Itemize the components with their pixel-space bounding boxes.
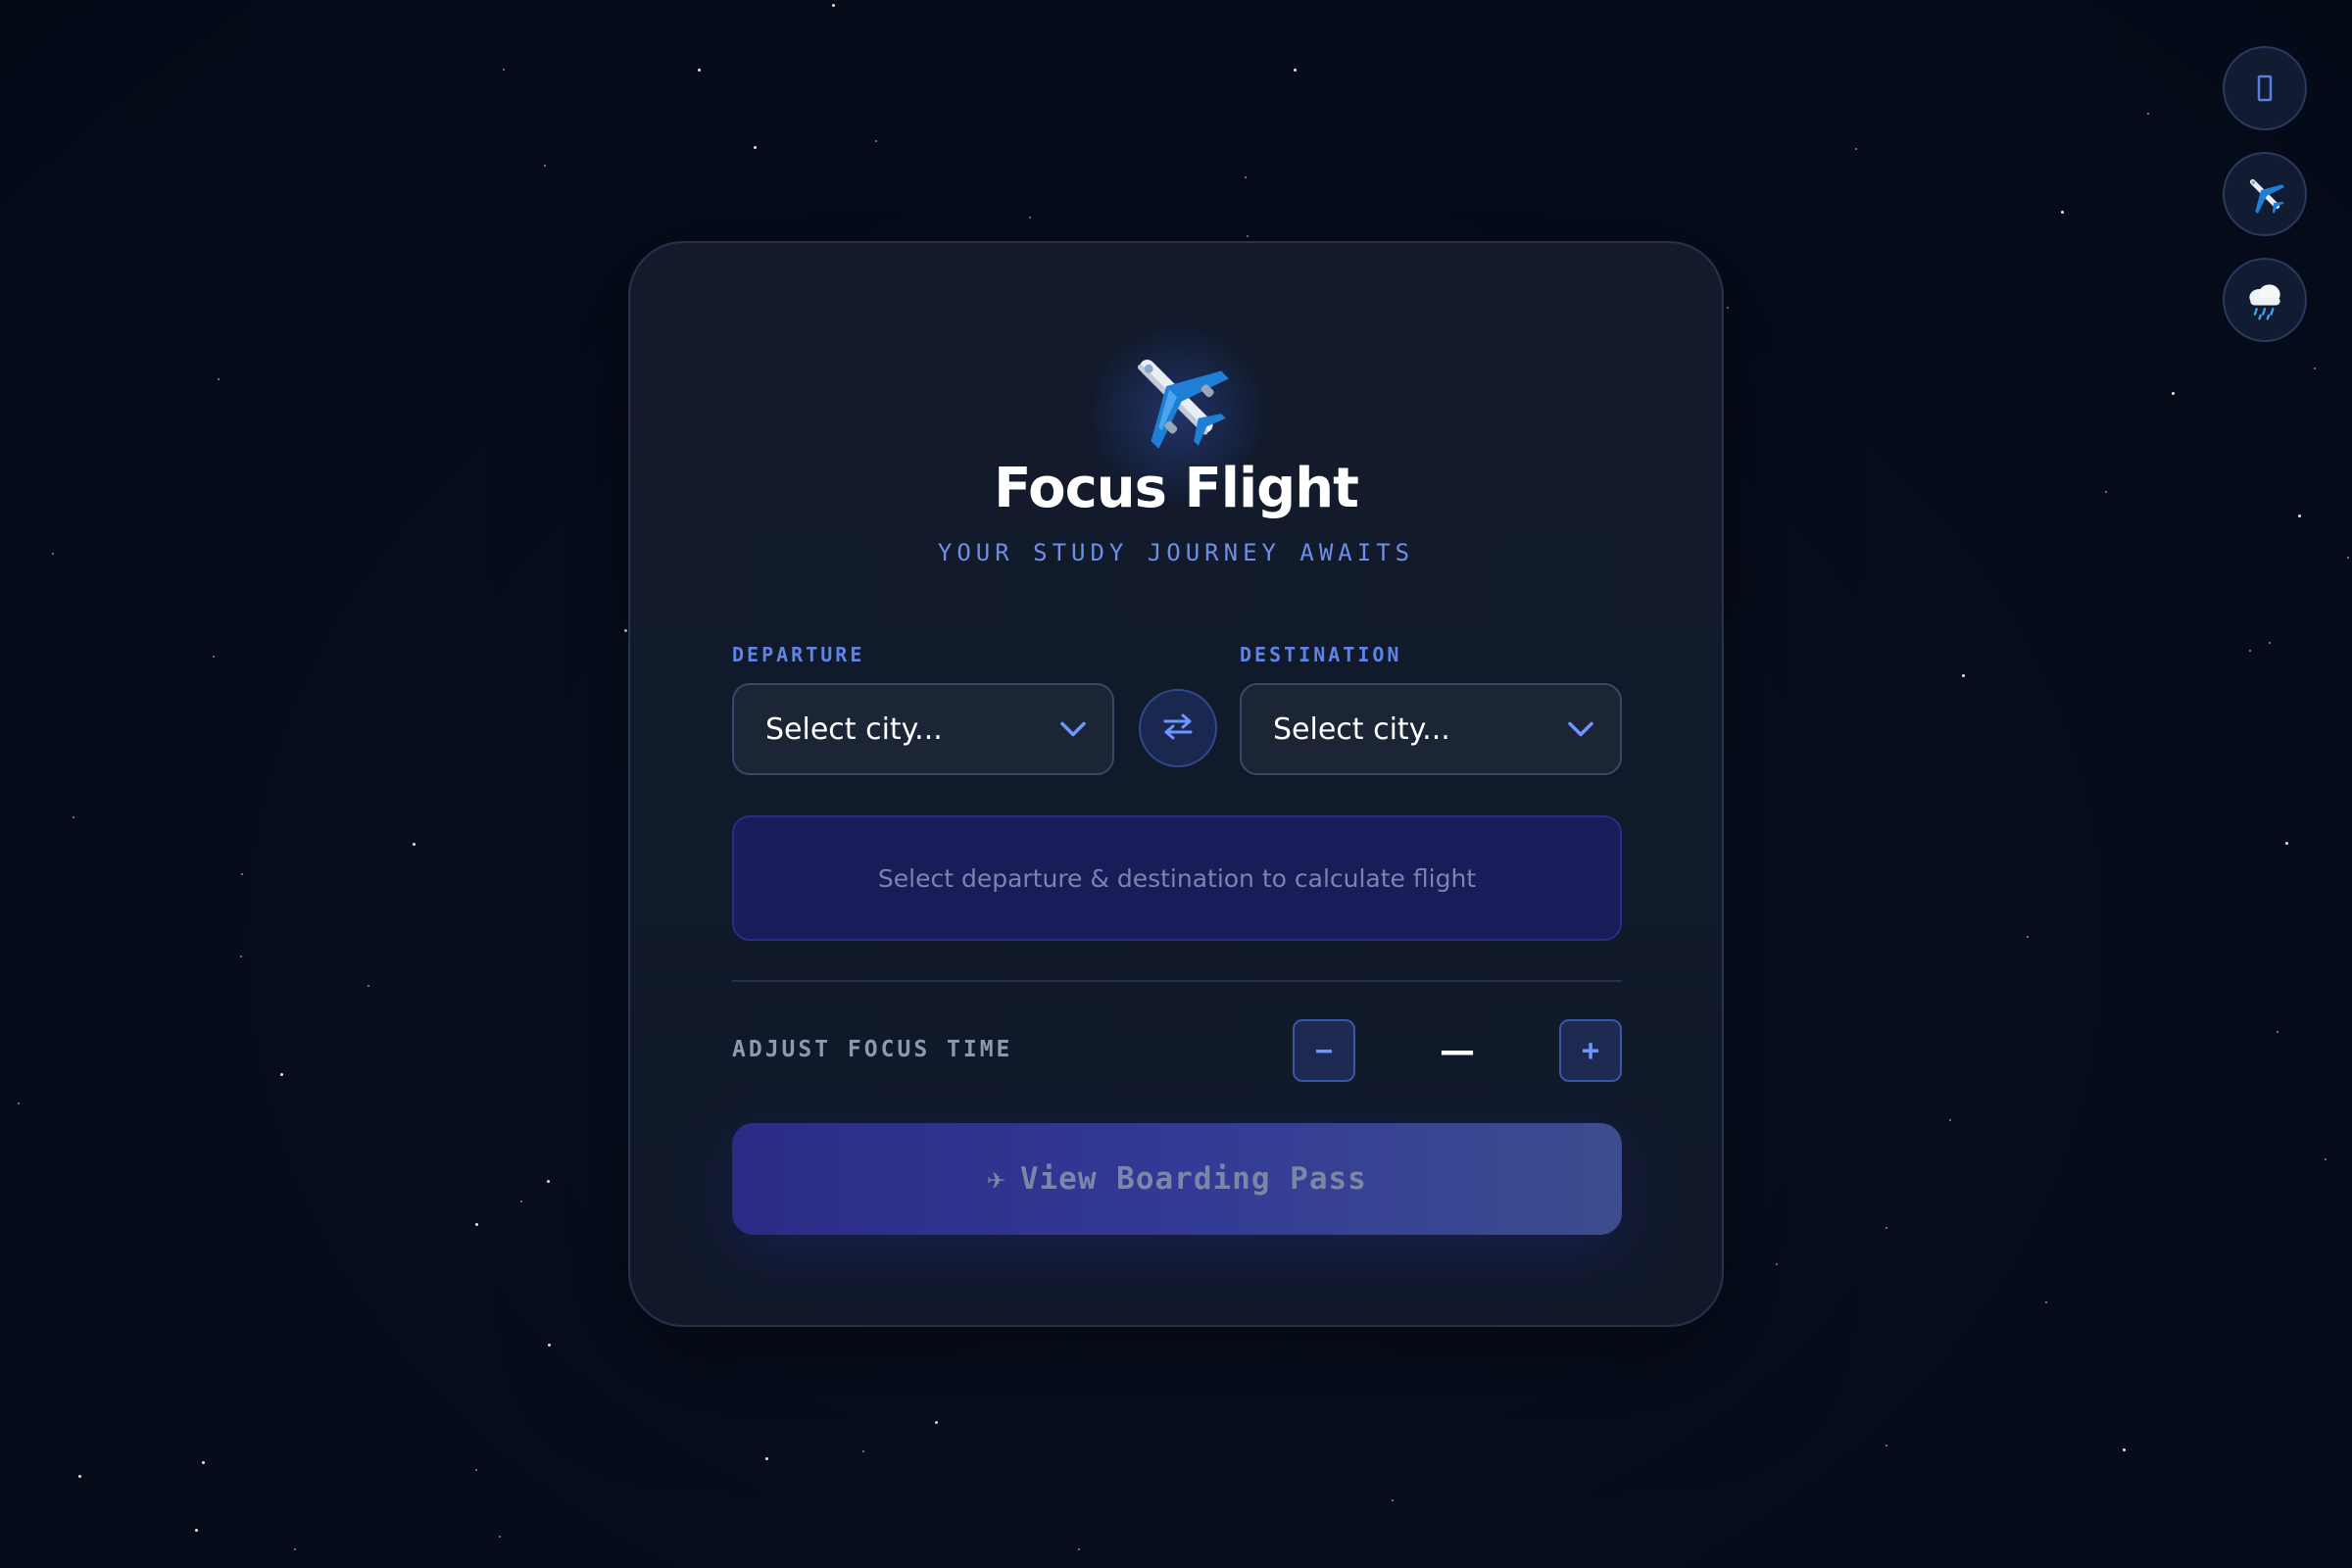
star: [1727, 307, 1729, 309]
star: [624, 629, 627, 632]
star: [548, 1344, 551, 1347]
flight-info-message: Select departure & destination to calcul…: [877, 863, 1477, 893]
star: [1078, 1548, 1080, 1550]
app-title: Focus Flight: [994, 457, 1359, 520]
star: [1029, 217, 1031, 219]
star: [2277, 1031, 2278, 1033]
star: [520, 1200, 522, 1202]
airplane-icon: [1123, 343, 1231, 451]
side-button-flight[interactable]: [2223, 152, 2307, 236]
star: [475, 1469, 477, 1471]
star: [503, 69, 505, 71]
decrease-focus-time-button[interactable]: −: [1293, 1019, 1355, 1082]
star: [52, 553, 54, 555]
chevron-down-icon: [1567, 712, 1594, 747]
star: [1962, 674, 1965, 677]
side-button-weather[interactable]: [2223, 258, 2307, 342]
chevron-down-icon: [1059, 712, 1087, 747]
star: [213, 656, 215, 658]
swap-cities-button[interactable]: [1139, 689, 1217, 767]
destination-label: DESTINATION: [1240, 643, 1402, 666]
flight-info-panel: Select departure & destination to calcul…: [732, 815, 1622, 941]
star: [1245, 176, 1247, 178]
star: [475, 1223, 478, 1226]
star: [2347, 557, 2349, 559]
star: [544, 165, 546, 167]
star: [240, 956, 242, 957]
empty-glyph-icon: [2257, 74, 2273, 102]
star: [294, 1548, 296, 1550]
airplane-icon: [2242, 172, 2287, 217]
star: [754, 146, 757, 149]
rain-cloud-icon: [2242, 277, 2287, 322]
swap-arrows-icon: [1162, 712, 1194, 744]
focus-time-value: —: [1440, 1030, 1475, 1071]
star: [2325, 1158, 2327, 1160]
star: [1776, 1263, 1778, 1265]
star: [2105, 491, 2107, 493]
star: [1855, 148, 1857, 150]
star: [280, 1073, 283, 1076]
star: [218, 378, 220, 380]
star: [202, 1461, 205, 1464]
airplane-glyph-icon: ✈: [987, 1161, 1006, 1197]
star: [698, 69, 701, 72]
star: [832, 4, 835, 7]
star: [2314, 368, 2316, 369]
star: [368, 985, 369, 987]
star: [2285, 842, 2288, 845]
star: [875, 140, 877, 142]
star: [78, 1475, 81, 1478]
star: [195, 1529, 198, 1532]
destination-value: Select city...: [1273, 711, 1450, 747]
star: [1392, 1499, 1394, 1501]
star: [18, 1102, 20, 1104]
star: [2249, 650, 2251, 652]
star: [2269, 642, 2271, 644]
star: [1294, 69, 1297, 72]
departure-select[interactable]: Select city...: [732, 683, 1114, 775]
star: [2061, 211, 2064, 214]
star: [1949, 1119, 1951, 1121]
star: [241, 873, 243, 875]
star: [765, 1457, 768, 1460]
view-boarding-pass-label: View Boarding Pass: [1019, 1161, 1367, 1197]
star: [935, 1421, 938, 1424]
star: [862, 1450, 864, 1452]
star: [2172, 392, 2175, 395]
departure-label: DEPARTURE: [732, 643, 865, 666]
star: [2298, 514, 2301, 517]
star: [2123, 1448, 2126, 1451]
departure-value: Select city...: [765, 711, 943, 747]
star: [2045, 1301, 2047, 1303]
divider: [732, 980, 1622, 982]
star: [1886, 1445, 1887, 1446]
star: [499, 1536, 501, 1538]
star: [1247, 235, 1249, 237]
star: [1886, 1227, 1887, 1229]
star: [547, 1180, 550, 1183]
side-toolbar: [2223, 46, 2307, 342]
increase-focus-time-button[interactable]: +: [1559, 1019, 1622, 1082]
star: [413, 843, 416, 846]
flight-planner-card: Focus Flight YOUR STUDY JOURNEY AWAITS D…: [628, 241, 1724, 1327]
view-boarding-pass-button[interactable]: ✈ View Boarding Pass: [732, 1123, 1622, 1235]
star: [2027, 936, 2029, 938]
star: [73, 816, 74, 818]
destination-select[interactable]: Select city...: [1240, 683, 1622, 775]
side-button-info[interactable]: [2223, 46, 2307, 130]
adjust-focus-time-label: ADJUST FOCUS TIME: [732, 1037, 1013, 1062]
app-subtitle: YOUR STUDY JOURNEY AWAITS: [937, 539, 1415, 566]
star: [2147, 113, 2149, 115]
